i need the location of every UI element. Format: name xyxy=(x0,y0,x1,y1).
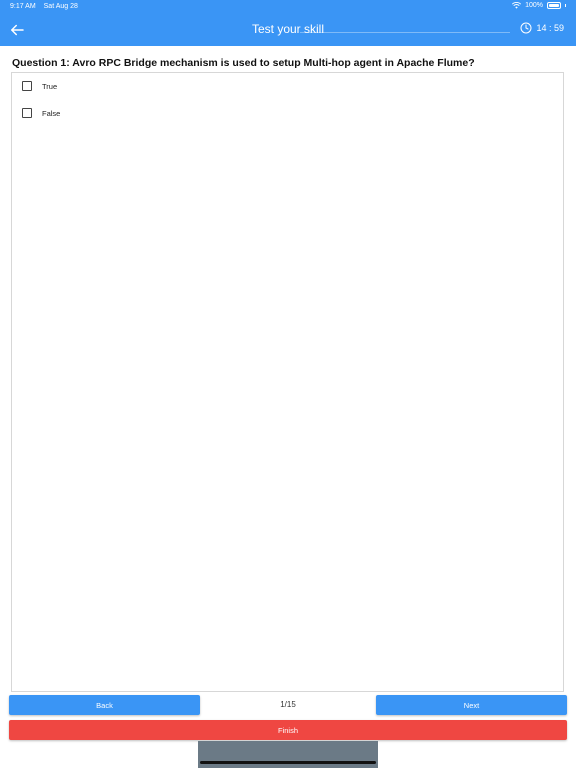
question-text: Question 1: Avro RPC Bridge mechanism is… xyxy=(12,57,475,69)
clock-icon xyxy=(520,22,532,34)
status-left: 9:17 AM Sat Aug 28 xyxy=(10,3,84,10)
option-label: True xyxy=(42,81,58,91)
page-counter: 1/15 xyxy=(280,700,296,709)
status-right: 100% xyxy=(512,2,566,9)
battery-icon xyxy=(547,2,561,9)
status-time: 9:17 AM xyxy=(10,3,36,10)
status-bar: 9:17 AM Sat Aug 28 100% xyxy=(0,0,576,14)
progress-track xyxy=(300,32,510,33)
timer-value: 14 : 59 xyxy=(536,23,564,33)
finish-button[interactable]: Finish xyxy=(9,720,567,740)
battery-percent: 100% xyxy=(525,2,543,9)
home-indicator xyxy=(200,761,376,764)
option-true[interactable]: True xyxy=(22,81,57,91)
timer: 14 : 59 xyxy=(520,22,564,34)
nav-bar: Test your skill 14 : 59 xyxy=(0,14,576,46)
option-false[interactable]: False xyxy=(22,108,60,118)
checkbox-false[interactable] xyxy=(22,108,32,118)
back-button[interactable]: Back xyxy=(9,695,200,715)
page-title: Test your skill xyxy=(251,22,325,36)
next-button[interactable]: Next xyxy=(376,695,567,715)
status-date: Sat Aug 28 xyxy=(43,3,78,10)
wifi-icon xyxy=(512,2,522,9)
battery-tip xyxy=(565,4,566,7)
answer-options-panel: True False xyxy=(11,72,564,692)
option-label: False xyxy=(42,108,61,118)
checkbox-true[interactable] xyxy=(22,81,32,91)
